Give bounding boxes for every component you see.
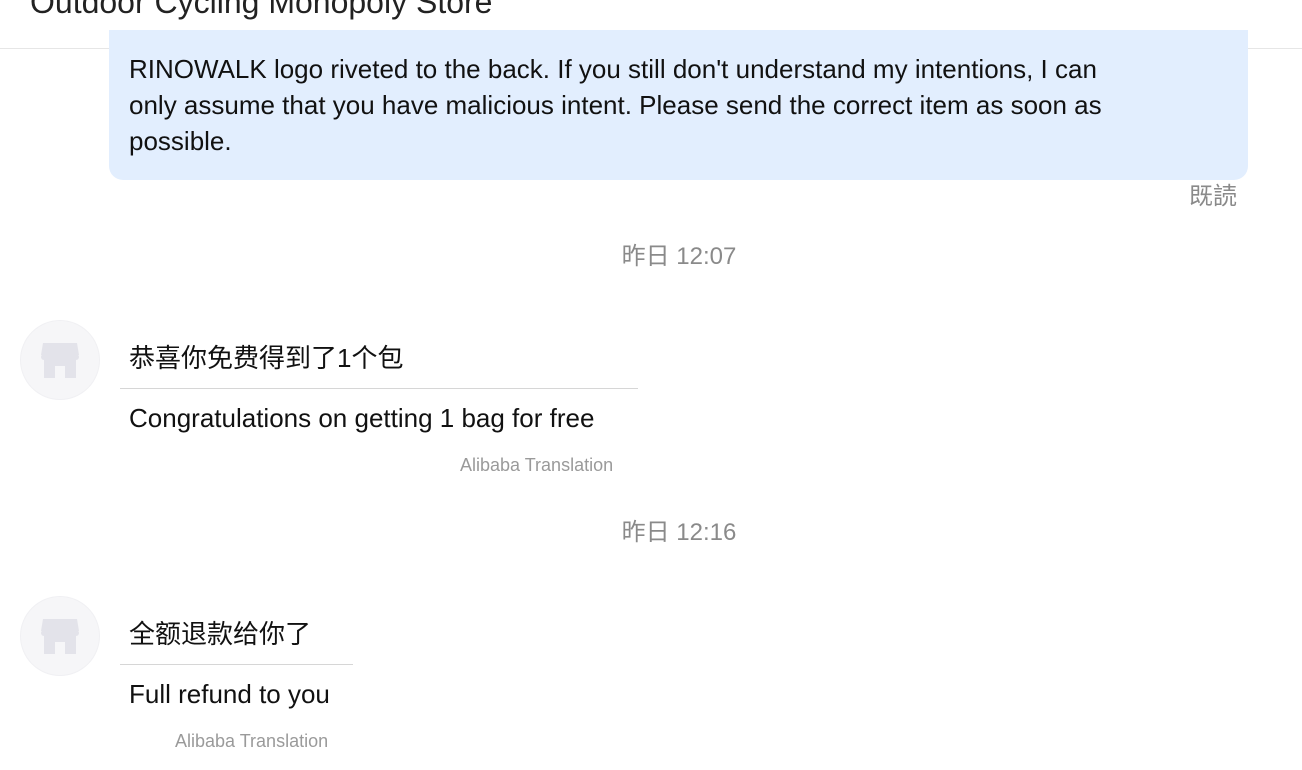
store-avatar[interactable] [21,321,99,399]
message-original-text: 全额退款给你了 [129,619,312,649]
timestamp: 昨日 12:07 [621,243,737,270]
message-translation-text: Full refund to you [129,679,330,709]
translation-source-label: Alibaba Translation [175,731,329,751]
translation-divider [120,664,353,665]
message-original-text: 恭喜你免费得到了1个包 [129,343,404,373]
store-icon [41,619,79,654]
chat-window: Outdoor Cycling Monopoly Store RINOWALK … [0,0,1302,770]
translation-divider [120,388,638,389]
outgoing-message-text: RINOWALK logo riveted to the back. If yo… [129,54,1102,156]
store-avatar[interactable] [21,597,99,675]
store-icon [41,343,79,378]
message-translation-text: Congratulations on getting 1 bag for fre… [129,403,595,433]
store-name-title[interactable]: Outdoor Cycling Monopoly Store [30,0,492,22]
translation-source-label: Alibaba Translation [460,455,614,475]
read-receipt: 既読 [1189,183,1237,210]
timestamp: 昨日 12:16 [621,519,737,546]
outgoing-message-bubble[interactable]: RINOWALK logo riveted to the back. If yo… [109,30,1248,180]
